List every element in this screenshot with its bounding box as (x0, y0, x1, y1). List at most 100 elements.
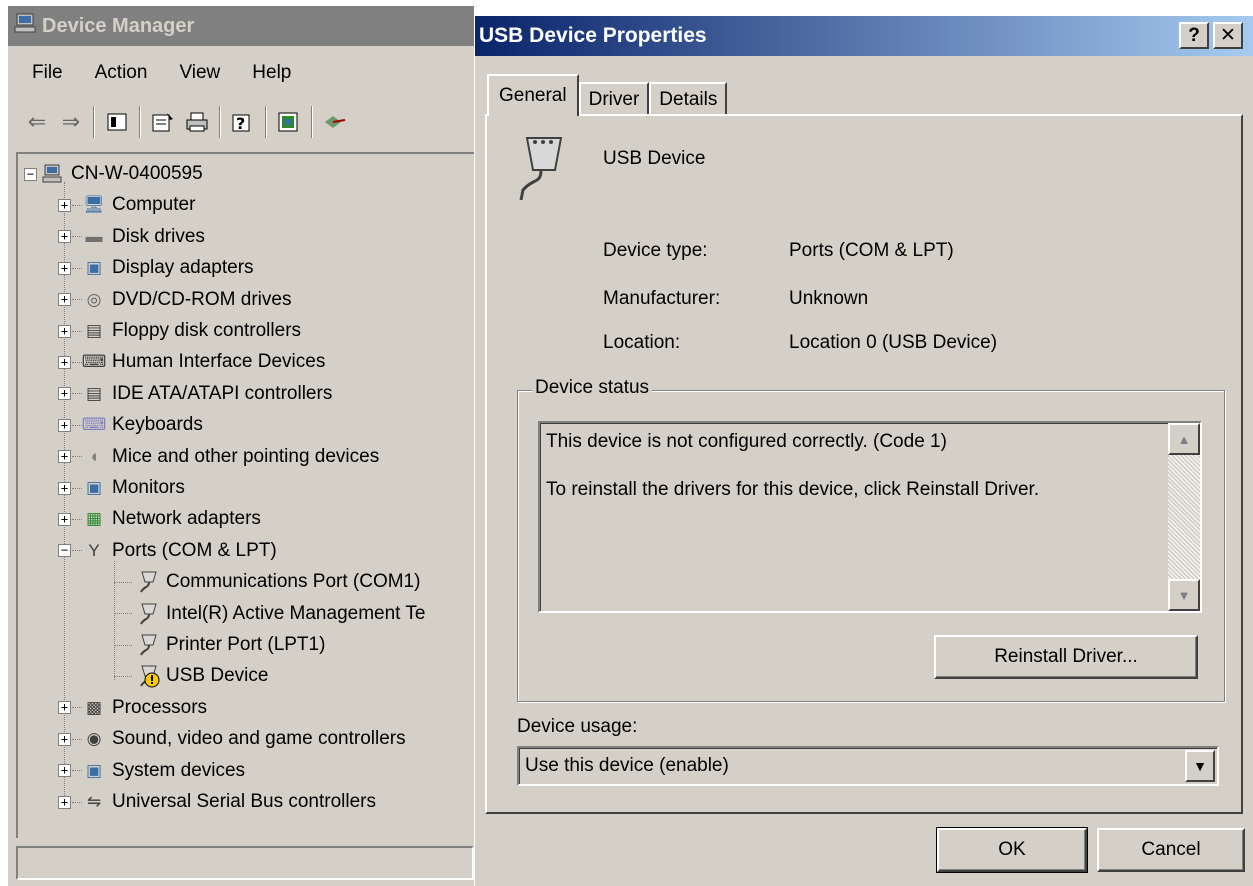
update-driver-icon[interactable] (272, 105, 306, 139)
tree-item-port-child[interactable]: Communications Port (COM1) (114, 568, 420, 596)
expand-icon[interactable]: + (58, 701, 71, 715)
tree-item-monitors[interactable]: + ▣ Monitors (58, 474, 185, 502)
menu-help[interactable]: Help (232, 62, 303, 84)
ide-controller-icon: ▤ (85, 383, 103, 403)
device-usage-value: Use this device (enable) (525, 755, 729, 776)
tree-item-sound-video-and-game-controllers[interactable]: + ◉ Sound, video and game controllers (58, 725, 406, 753)
keyboard-icon: ⌨ (81, 415, 107, 435)
hid-icon: ⌨ (81, 352, 107, 372)
scroll-down-icon[interactable]: ▼ (1168, 579, 1200, 611)
expand-icon[interactable]: + (58, 198, 71, 212)
tree-item-dvd-cd-rom-drives[interactable]: + ◎ DVD/CD-ROM drives (58, 286, 291, 314)
print-icon[interactable] (180, 105, 214, 139)
location-value: Location 0 (USB Device) (789, 332, 998, 353)
close-button[interactable]: ✕ (1213, 22, 1243, 49)
device-manager-title-bar[interactable]: Device Manager (8, 6, 474, 46)
tree-item-label: USB Device (166, 665, 269, 687)
tree-item-keyboards[interactable]: + ⌨ Keyboards (58, 411, 203, 439)
device-status-group: Device status This device is not configu… (517, 377, 1225, 702)
tree-item-label: Display adapters (112, 257, 254, 279)
tree-item-label: Floppy disk controllers (112, 320, 302, 341)
tree-item-system-devices[interactable]: + ▣ System devices (58, 757, 245, 785)
collapse-icon[interactable]: − (58, 544, 71, 558)
display-adapter-icon: ▣ (85, 258, 103, 278)
device-tree[interactable]: − CN-W-0400595 + 🖥 Computer + ▬ Disk drives + ▣ Di… (16, 152, 474, 838)
menu-view[interactable]: View (159, 62, 232, 84)
expand-icon[interactable]: + (58, 418, 71, 432)
tree-item-label: Monitors (112, 477, 185, 498)
expand-icon[interactable]: + (58, 355, 71, 369)
expand-icon[interactable]: + (58, 512, 71, 526)
status-scrollbar[interactable]: ▲ ▼ (1168, 423, 1200, 611)
floppy-controller-icon: ▤ (85, 321, 103, 340)
expand-icon[interactable]: + (58, 481, 71, 495)
port-icon (136, 570, 160, 594)
expand-icon[interactable]: + (58, 732, 71, 746)
sound-icon: ◉ (86, 729, 102, 749)
tree-item-port-child[interactable]: USB Device (114, 662, 268, 690)
port-icon (136, 602, 160, 626)
tree-root[interactable]: − CN-W-0400595 (24, 160, 203, 188)
tab-strip: General Driver Details (487, 72, 728, 116)
menu-file[interactable]: File (8, 62, 75, 84)
location-label: Location: (603, 332, 681, 353)
tree-item-label: Network adapters (112, 508, 261, 530)
tree-item-ports-com-lpt[interactable]: − Y Ports (COM & LPT) (58, 537, 277, 565)
toolbar-separator (139, 106, 141, 138)
tree-item-label: Intel(R) Active Management Te (166, 602, 426, 624)
scroll-up-icon[interactable]: ▲ (1168, 423, 1200, 455)
expand-icon[interactable]: + (58, 450, 71, 464)
device-status-textbox[interactable]: This device is not configured correctly.… (538, 421, 1202, 613)
tree-item-ide-ata-atapi-controllers[interactable]: + ▤ IDE ATA/ATAPI controllers (58, 380, 332, 408)
expand-icon[interactable]: + (58, 230, 71, 244)
tree-item-display-adapters[interactable]: + ▣ Display adapters (58, 254, 254, 282)
expand-icon[interactable]: + (58, 324, 71, 338)
expand-icon[interactable]: + (58, 795, 71, 809)
tree-item-port-child[interactable]: Intel(R) Active Management Te (114, 600, 425, 628)
network-adapter-icon: ▦ (85, 509, 103, 529)
back-arrow-icon[interactable]: ⇐ (20, 105, 54, 139)
tree-item-label: Universal Serial Bus controllers (112, 791, 376, 812)
ok-button[interactable]: OK (936, 827, 1088, 873)
tree-item-floppy-disk-controllers[interactable]: + ▤ Floppy disk controllers (58, 317, 301, 345)
cancel-button[interactable]: Cancel (1097, 828, 1245, 872)
serial-port-device-icon (513, 134, 573, 209)
tree-item-human-interface-devices[interactable]: + ⌨ Human Interface Devices (58, 348, 325, 376)
expand-icon[interactable]: + (58, 293, 71, 307)
properties-icon[interactable] (146, 105, 180, 139)
tree-item-label: Human Interface Devices (112, 351, 326, 373)
menu-action[interactable]: Action (75, 62, 160, 84)
tree-item-label: Disk drives (112, 225, 205, 247)
usb-device-properties-dialog: USB Device Properties ? ✕ General Driver… (474, 16, 1253, 886)
device-usage-select[interactable]: Use this device (enable) ▼ (517, 746, 1219, 786)
toolbar: ⇐ ⇒ ? (8, 100, 474, 144)
tree-item-universal-serial-bus-controllers[interactable]: + ⇋ Universal Serial Bus controllers (58, 788, 376, 816)
reinstall-driver-button[interactable]: Reinstall Driver... (934, 635, 1198, 679)
manufacturer-value: Unknown (789, 288, 869, 309)
computer-icon (14, 12, 38, 40)
status-bar (16, 846, 474, 880)
expand-icon[interactable]: + (58, 764, 71, 778)
tree-item-computer[interactable]: + 🖥 Computer (58, 191, 195, 219)
tab-details[interactable]: Details (649, 82, 728, 116)
expand-icon[interactable]: + (58, 261, 71, 275)
help-caption-button[interactable]: ? (1179, 22, 1209, 49)
show-hide-console-tree-icon[interactable] (100, 105, 134, 139)
tree-item-mice-and-other-pointing-devices[interactable]: + ◖ Mice and other pointing devices (58, 443, 379, 471)
scan-hardware-icon[interactable] (318, 105, 352, 139)
svg-text:?: ? (236, 114, 245, 133)
tree-item-port-child[interactable]: Printer Port (LPT1) (114, 631, 325, 659)
toolbar-separator (265, 106, 267, 138)
forward-arrow-icon[interactable]: ⇒ (54, 105, 88, 139)
expand-icon[interactable]: + (58, 387, 71, 401)
tree-item-network-adapters[interactable]: + ▦ Network adapters (58, 505, 261, 533)
dialog-title-bar[interactable]: USB Device Properties (475, 16, 1253, 56)
chevron-down-icon[interactable]: ▼ (1185, 750, 1215, 782)
tree-item-label: Mice and other pointing devices (112, 445, 380, 467)
tree-item-disk-drives[interactable]: + ▬ Disk drives (58, 223, 205, 251)
help-icon[interactable]: ? (226, 105, 260, 139)
tree-item-processors[interactable]: + ▩ Processors (58, 694, 207, 722)
collapse-icon[interactable]: − (24, 167, 37, 181)
tab-general[interactable]: General (487, 74, 579, 116)
tab-driver[interactable]: Driver (578, 82, 650, 116)
